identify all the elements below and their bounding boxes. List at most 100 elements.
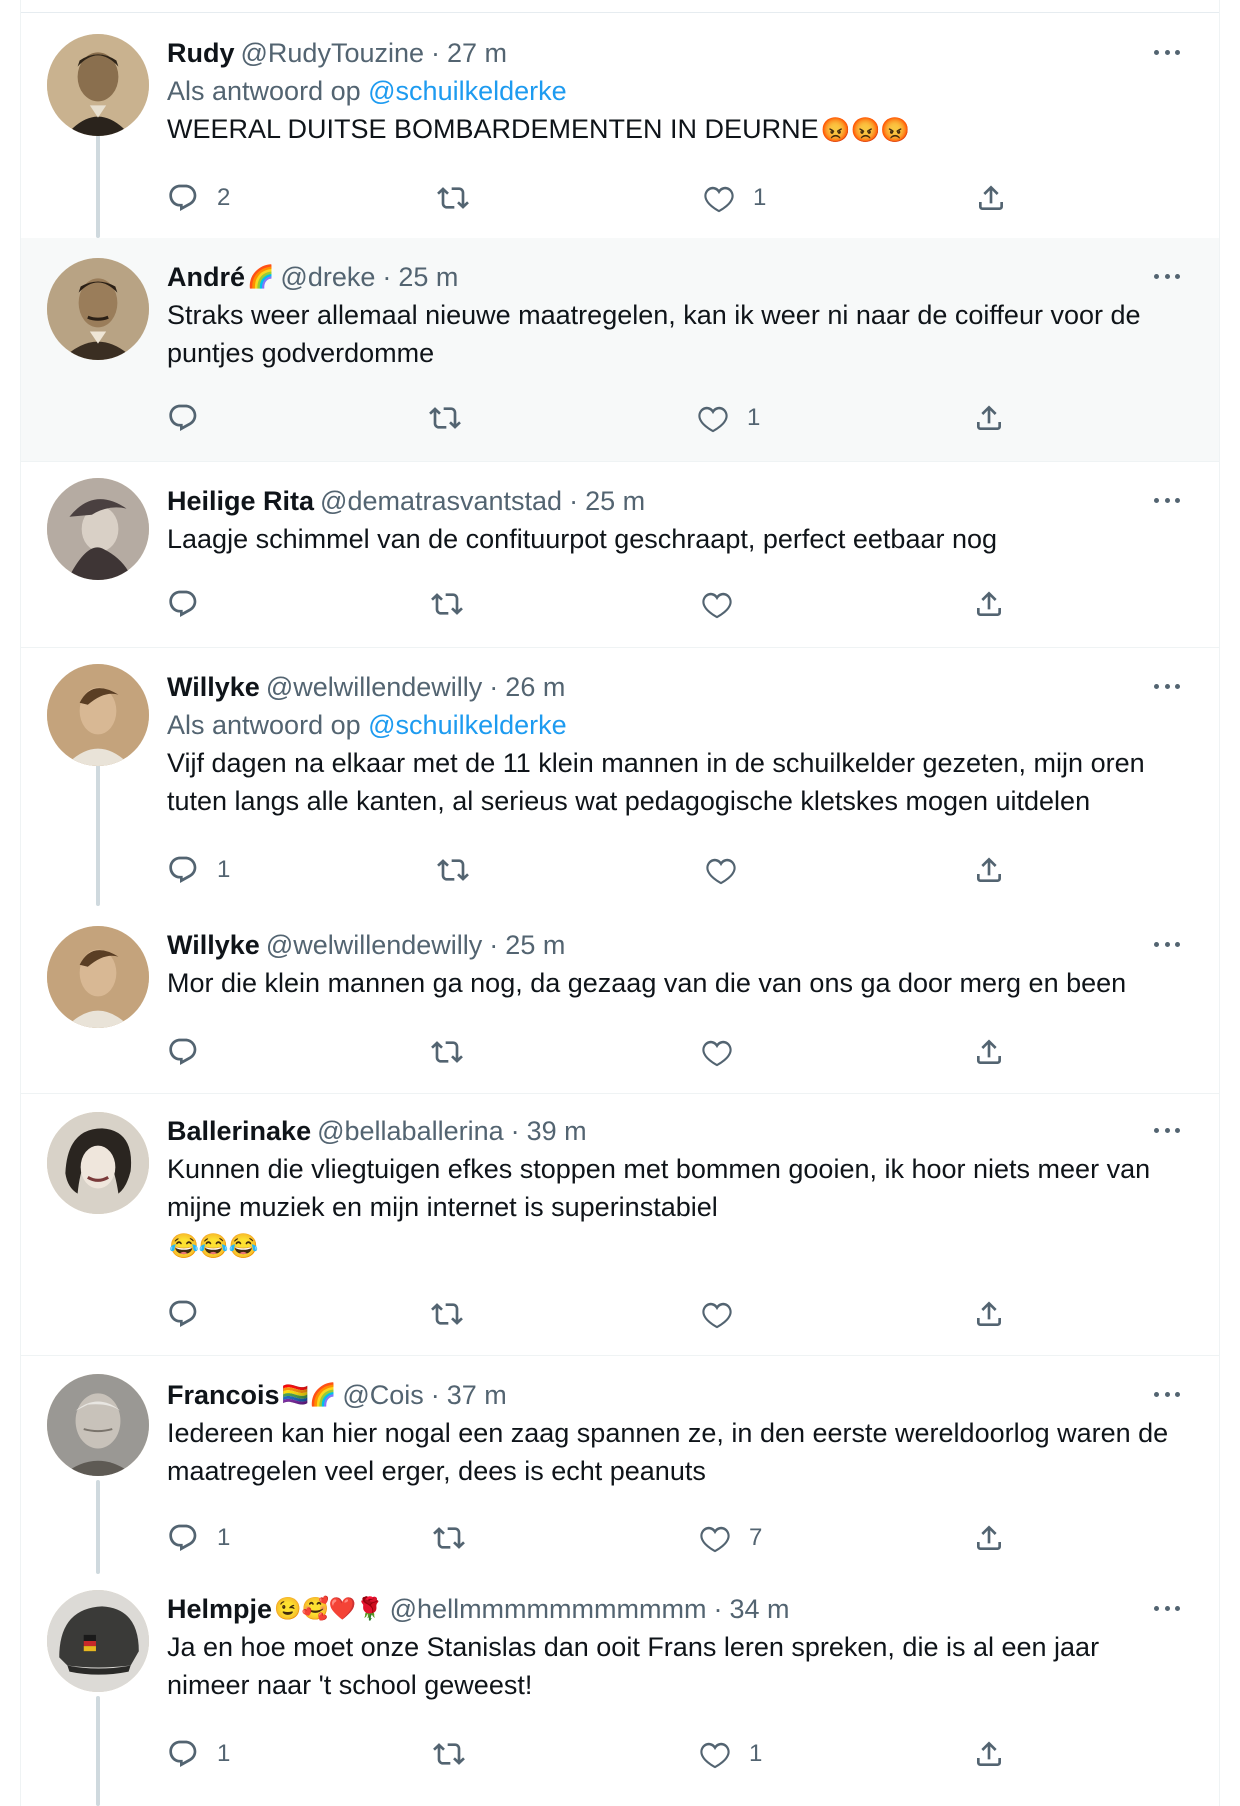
timestamp[interactable]: 26 m [505,672,565,703]
share-button[interactable] [975,178,1007,218]
display-name[interactable]: Willyke [167,672,260,703]
tweet-helmpje[interactable]: Helmpje 😉🥰❤️🌹 @hellmmmmmmmmmmm · 34 m Ja… [21,1574,1219,1806]
tweet-text-emoji: 😂😂😂 [169,1233,259,1260]
retweet-icon [431,593,463,615]
separator-dot: · [430,1379,440,1410]
like-button[interactable]: 1 [697,398,760,438]
reply-mention-link[interactable]: @schuilkelderke [368,76,567,106]
retweet-button[interactable] [437,178,487,218]
more-icon[interactable] [1149,1120,1185,1140]
separator-dot: · [431,37,441,68]
avatar[interactable] [47,1112,149,1214]
reply-button[interactable]: 1 [167,1734,230,1774]
share-button[interactable] [973,1734,1005,1774]
display-name[interactable]: Helmpje [167,1594,272,1625]
avatar[interactable] [47,664,149,766]
more-icon[interactable] [1149,1598,1185,1618]
like-button[interactable]: 1 [703,178,766,218]
tweet-header: Heilige Rita @dematrasvantstad · 25 m [167,482,1185,520]
user-handle[interactable]: @bellaballerina [317,1116,504,1147]
reply-count: 1 [217,856,231,883]
timestamp[interactable]: 39 m [527,1116,587,1147]
reply-mention-link[interactable]: @schuilkelderke [368,710,567,740]
share-icon [979,185,1003,210]
tweet-willyke-2[interactable]: Willyke @welwillendewilly · 25 m Mor die… [21,906,1219,1094]
user-handle[interactable]: @welwillendewilly [266,930,482,961]
avatar[interactable] [47,478,149,580]
timestamp[interactable]: 25 m [398,262,458,293]
reply-button[interactable]: 1 [167,1518,230,1558]
like-count: 7 [749,1524,763,1551]
retweet-button[interactable] [429,398,479,438]
reply-button[interactable]: 2 [167,178,230,218]
tweet-heilige-rita[interactable]: Heilige Rita @dematrasvantstad · 25 m La… [21,462,1219,648]
reply-icon [169,184,197,211]
like-button[interactable]: 1 [699,1734,762,1774]
user-handle[interactable]: @dematrasvantstad [320,486,562,517]
avatar[interactable] [47,258,149,360]
retweet-icon [429,407,461,429]
retweet-icon [437,859,469,881]
share-button[interactable] [973,850,1005,890]
share-button[interactable] [973,584,1005,624]
like-icon [700,1526,730,1553]
timestamp[interactable]: 27 m [447,38,507,69]
reply-button[interactable] [167,1032,217,1072]
reply-button[interactable] [167,1294,217,1334]
reply-button[interactable] [167,398,217,438]
reply-button[interactable] [167,584,217,624]
retweet-button[interactable] [431,584,481,624]
avatar[interactable] [47,1590,149,1692]
more-icon[interactable] [1149,1384,1185,1404]
more-icon[interactable] [1149,676,1185,696]
more-icon[interactable] [1149,934,1185,954]
like-button[interactable] [701,1032,751,1072]
avatar[interactable] [47,34,149,136]
tweet-text: Laagje schimmel van de confituurpot gesc… [167,524,998,554]
more-icon[interactable] [1149,490,1185,510]
display-name[interactable]: Francois [167,1380,280,1411]
share-button[interactable] [973,1518,1005,1558]
timestamp[interactable]: 25 m [585,486,645,517]
share-icon [977,1741,1001,1766]
share-icon [977,405,1001,430]
user-handle[interactable]: @Cois [342,1380,423,1411]
retweet-button[interactable] [431,1032,481,1072]
tweet-ballerinake[interactable]: Ballerinake @bellaballerina · 39 m Kunne… [21,1094,1219,1356]
retweet-button[interactable] [431,1294,481,1334]
user-handle[interactable]: @hellmmmmmmmmmmm [390,1594,707,1625]
like-button[interactable] [701,584,751,624]
timestamp[interactable]: 37 m [447,1380,507,1411]
user-handle[interactable]: @RudyTouzine [241,38,425,69]
tweet-willyke-1[interactable]: Willyke @welwillendewilly · 26 m Als ant… [21,648,1219,906]
share-button[interactable] [973,398,1005,438]
tweet-rudy[interactable]: Rudy @RudyTouzine · 27 m Als antwoord op… [21,20,1219,238]
display-name[interactable]: Heilige Rita [167,486,314,517]
reply-button[interactable]: 1 [167,850,230,890]
display-name[interactable]: Ballerinake [167,1116,311,1147]
share-button[interactable] [973,1032,1005,1072]
more-icon[interactable] [1149,42,1185,62]
retweet-button[interactable] [433,1734,483,1774]
tweet-francois[interactable]: Francois 🏳️‍🌈🌈 @Cois · 37 m Iedereen kan… [21,1356,1219,1574]
tweet-andre[interactable]: André 🌈 @dreke · 25 m Straks weer allema… [21,238,1219,462]
timestamp[interactable]: 34 m [729,1594,789,1625]
timestamp[interactable]: 25 m [505,930,565,961]
retweet-button[interactable] [433,1518,483,1558]
display-name[interactable]: Rudy [167,38,235,69]
retweet-button[interactable] [437,850,487,890]
like-button[interactable]: 7 [699,1518,762,1558]
avatar[interactable] [47,1374,149,1476]
user-handle[interactable]: @welwillendewilly [266,672,482,703]
share-button[interactable] [973,1294,1005,1334]
like-button[interactable] [701,1294,751,1334]
display-name[interactable]: Willyke [167,930,260,961]
name-emoji: 😉🥰❤️🌹 [274,1596,384,1621]
user-handle[interactable]: @dreke [280,262,375,293]
thread-line [96,128,100,238]
avatar[interactable] [47,926,149,1028]
like-button[interactable] [705,850,755,890]
thread-line [96,1480,100,1574]
display-name[interactable]: André [167,262,245,293]
more-icon[interactable] [1149,266,1185,286]
